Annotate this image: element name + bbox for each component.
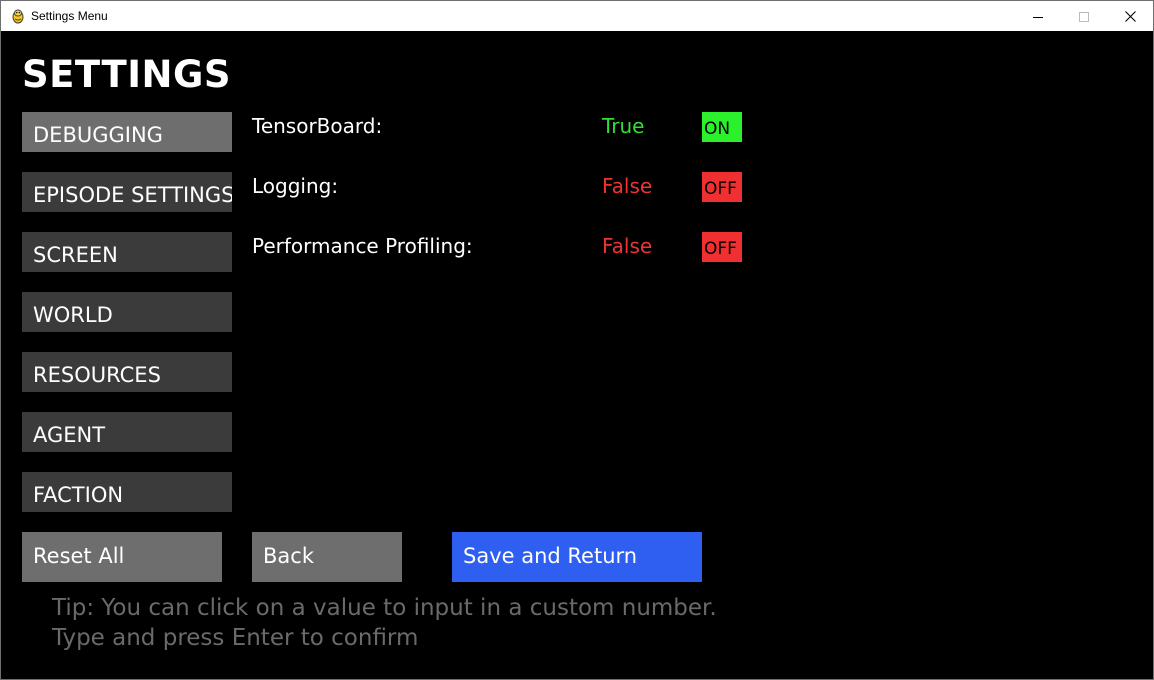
maximize-button[interactable]	[1061, 1, 1107, 31]
toggle-label: OFF	[704, 239, 737, 259]
setting-value-tensorboard[interactable]: True	[602, 114, 644, 138]
category-episode-settings[interactable]: EPISODE SETTINGS	[22, 172, 232, 212]
category-label: FACTION	[33, 483, 124, 507]
reset-all-label: Reset All	[33, 544, 125, 568]
save-and-return-label: Save and Return	[463, 544, 638, 568]
category-label: WORLD	[33, 303, 113, 327]
title-bar: Settings Menu	[1, 1, 1153, 31]
close-icon	[1124, 7, 1136, 26]
category-label: SCREEN	[33, 243, 118, 267]
category-label: AGENT	[33, 423, 106, 447]
category-resources[interactable]: RESOURCES	[22, 352, 232, 392]
page-title: SETTINGS	[22, 53, 231, 96]
back-label: Back	[263, 544, 314, 568]
category-agent[interactable]: AGENT	[22, 412, 232, 452]
category-world[interactable]: WORLD	[22, 292, 232, 332]
category-screen[interactable]: SCREEN	[22, 232, 232, 272]
toggle-label: OFF	[704, 179, 737, 199]
settings-window: Settings Menu SETTINGS DEBUGGING EPISODE…	[0, 0, 1154, 680]
back-button[interactable]: Back	[252, 532, 402, 582]
category-label: RESOURCES	[33, 363, 161, 387]
setting-label-tensorboard: TensorBoard:	[252, 114, 383, 138]
tip-line-1: Tip: You can click on a value to input i…	[52, 595, 717, 621]
save-and-return-button[interactable]: Save and Return	[452, 532, 702, 582]
minimize-button[interactable]	[1015, 1, 1061, 31]
category-label: EPISODE SETTINGS	[33, 183, 232, 207]
category-faction[interactable]: FACTION	[22, 472, 232, 512]
maximize-icon	[1079, 7, 1089, 26]
toggle-tensorboard[interactable]: ON	[702, 112, 742, 142]
category-label: DEBUGGING	[33, 123, 163, 147]
toggle-performance-profiling[interactable]: OFF	[702, 232, 742, 262]
pygame-snake-icon	[10, 8, 26, 24]
close-button[interactable]	[1107, 1, 1153, 31]
tip-line-2: Type and press Enter to confirm	[52, 625, 419, 651]
toggle-label: ON	[704, 119, 731, 139]
window-title: Settings Menu	[31, 9, 108, 23]
setting-value-logging[interactable]: False	[602, 174, 652, 198]
minimize-icon	[1033, 7, 1043, 26]
setting-value-performance-profiling[interactable]: False	[602, 234, 652, 258]
setting-label-logging: Logging:	[252, 174, 339, 198]
setting-label-performance-profiling: Performance Profiling:	[252, 234, 473, 258]
toggle-logging[interactable]: OFF	[702, 172, 742, 202]
reset-all-button[interactable]: Reset All	[22, 532, 222, 582]
category-debugging[interactable]: DEBUGGING	[22, 112, 232, 152]
